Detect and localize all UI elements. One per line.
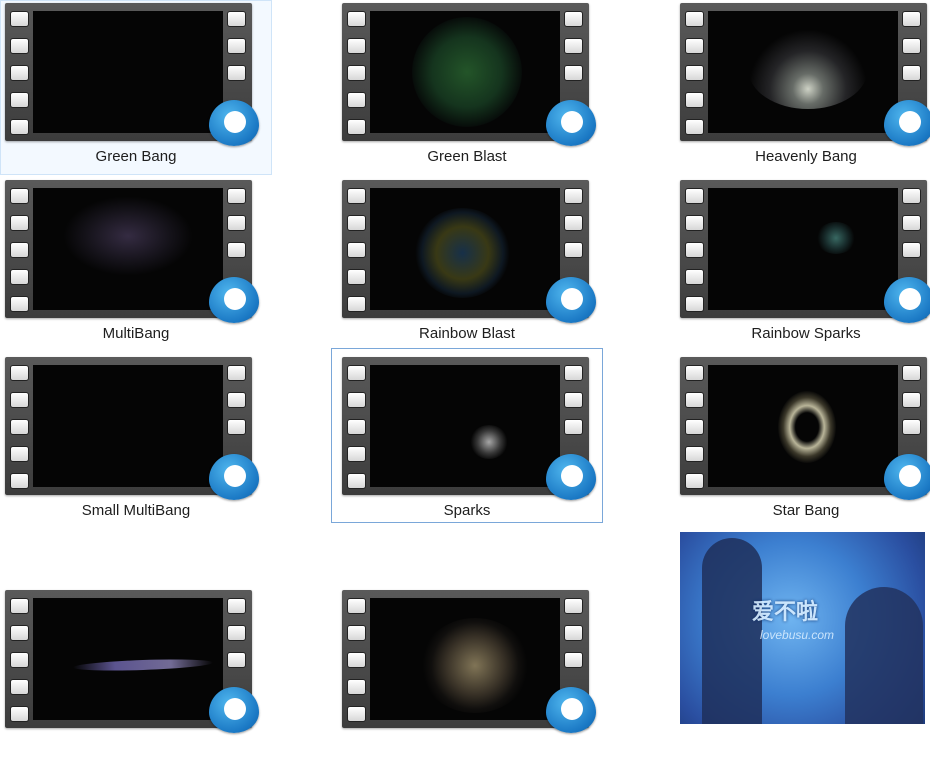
video-thumbnail xyxy=(5,590,259,733)
file-name: Green Blast xyxy=(427,148,507,165)
file-name: Star Bang xyxy=(772,502,840,519)
play-icon xyxy=(546,100,596,146)
image-item-anime-wallpaper[interactable]: 爱不啦 lovebusu.com xyxy=(680,532,925,724)
file-item-rainbow-sparks[interactable]: Rainbow Sparks xyxy=(670,177,930,352)
file-item-streak[interactable] xyxy=(0,588,272,763)
file-name: MultiBang xyxy=(102,325,170,342)
video-thumbnail xyxy=(342,357,596,500)
silhouette-figure xyxy=(845,587,923,724)
file-name: Heavenly Bang xyxy=(755,148,857,165)
watermark-logo: 爱不啦 xyxy=(752,599,819,624)
video-thumbnail xyxy=(680,180,930,323)
video-thumbnail xyxy=(342,3,596,146)
play-icon xyxy=(546,277,596,323)
video-thumbnail xyxy=(342,590,596,733)
file-item-small-multibang[interactable]: Small MultiBang xyxy=(0,354,272,529)
video-thumbnail xyxy=(342,180,596,323)
file-item-green-blast[interactable]: Green Blast xyxy=(331,0,603,175)
file-name: Rainbow Sparks xyxy=(751,325,861,342)
file-item-heavenly-bang[interactable]: Heavenly Bang xyxy=(670,0,930,175)
play-icon xyxy=(546,687,596,733)
file-item-multibang[interactable]: MultiBang xyxy=(0,177,272,352)
play-icon xyxy=(209,100,259,146)
play-icon xyxy=(884,454,930,500)
play-icon xyxy=(209,454,259,500)
play-icon xyxy=(209,277,259,323)
file-name: Rainbow Blast xyxy=(419,325,515,342)
play-icon xyxy=(546,454,596,500)
file-item-sparks[interactable]: Sparks xyxy=(331,348,603,523)
file-item-rainbow-blast[interactable]: Rainbow Blast xyxy=(331,177,603,352)
play-icon xyxy=(209,687,259,733)
file-item-haze[interactable] xyxy=(331,588,603,763)
video-thumbnail xyxy=(680,3,930,146)
video-thumbnail xyxy=(5,3,259,146)
play-icon xyxy=(884,100,930,146)
file-item-star-bang[interactable]: Star Bang xyxy=(670,354,930,529)
file-name: Small MultiBang xyxy=(81,502,191,519)
video-thumbnail xyxy=(5,180,259,323)
silhouette-figure xyxy=(702,538,762,724)
video-thumbnail xyxy=(680,357,930,500)
play-icon xyxy=(884,277,930,323)
file-name: Sparks xyxy=(443,502,491,519)
file-item-green-bang[interactable]: Green Bang xyxy=(0,0,272,175)
watermark-url: lovebusu.com xyxy=(760,628,835,642)
video-thumbnail xyxy=(5,357,259,500)
file-name: Green Bang xyxy=(95,148,177,165)
